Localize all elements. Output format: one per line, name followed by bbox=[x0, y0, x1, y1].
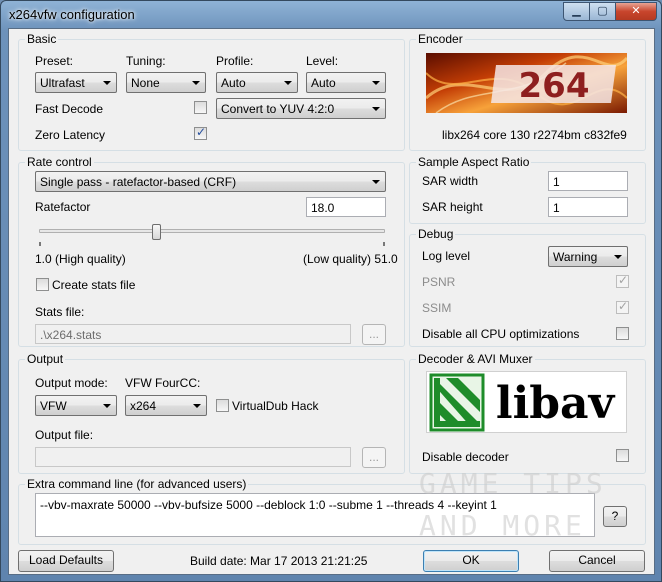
dropdown-arrow-icon bbox=[193, 404, 201, 408]
disable-cpu-checkbox[interactable] bbox=[616, 327, 629, 340]
minimize-button[interactable]: ▁ bbox=[563, 2, 590, 21]
tuning-label: Tuning: bbox=[126, 54, 166, 68]
group-label: Sample Aspect Ratio bbox=[416, 155, 532, 169]
close-icon: ✕ bbox=[631, 5, 641, 17]
output-mode-combobox[interactable]: VFW bbox=[35, 395, 117, 416]
virtualdub-hack-checkbox[interactable] bbox=[216, 399, 229, 412]
ratefactor-label: Ratefactor bbox=[35, 200, 91, 214]
stats-file-label: Stats file: bbox=[35, 305, 85, 319]
tuning-combobox[interactable]: None bbox=[126, 72, 206, 93]
disable-decoder-label: Disable decoder bbox=[422, 450, 509, 464]
maximize-icon: ▢ bbox=[597, 5, 608, 17]
fourcc-combobox[interactable]: x264 bbox=[125, 395, 207, 416]
psnr-label: PSNR bbox=[422, 275, 456, 289]
ok-button[interactable]: OK bbox=[423, 550, 519, 572]
watermark-line-1: GAME TIPS bbox=[419, 467, 607, 500]
sar-width-field[interactable]: 1 bbox=[548, 171, 628, 191]
ratefactor-slider-track[interactable] bbox=[39, 229, 385, 233]
dropdown-arrow-icon bbox=[372, 107, 380, 111]
dropdown-arrow-icon bbox=[192, 81, 200, 85]
libav-logo-text: libav bbox=[496, 378, 616, 429]
group-label: Debug bbox=[416, 227, 456, 241]
dropdown-arrow-icon bbox=[284, 81, 292, 85]
libav-logo: libav bbox=[426, 371, 627, 433]
create-stats-checkbox[interactable] bbox=[36, 278, 49, 291]
minimize-icon: ▁ bbox=[572, 5, 581, 17]
maximize-button[interactable]: ▢ bbox=[589, 2, 616, 21]
window-frame: x264vfw configuration ▁ ▢ ✕ Basic Preset… bbox=[0, 0, 662, 582]
zero-latency-checkbox[interactable] bbox=[194, 125, 207, 140]
slider-max-label: (Low quality) 51.0 bbox=[303, 252, 398, 266]
output-mode-value: VFW bbox=[40, 399, 67, 413]
dialog-client: Basic Preset: Ultrafast Tuning: None Pro… bbox=[8, 28, 655, 575]
preset-combobox[interactable]: Ultrafast bbox=[35, 72, 117, 93]
fast-decode-label: Fast Decode bbox=[35, 102, 104, 116]
group-label: Encoder bbox=[416, 32, 465, 46]
profile-combobox[interactable]: Auto bbox=[216, 72, 298, 93]
close-button[interactable]: ✕ bbox=[615, 2, 657, 21]
sar-width-label: SAR width bbox=[422, 174, 479, 188]
watermark-line-2: AND MORE bbox=[419, 509, 586, 542]
colorspace-combobox[interactable]: Convert to YUV 4:2:0 bbox=[216, 98, 386, 119]
tuning-value: None bbox=[131, 76, 160, 90]
extra-help-button[interactable]: ? bbox=[603, 506, 627, 527]
dropdown-arrow-icon bbox=[372, 180, 380, 184]
fourcc-value: x264 bbox=[130, 399, 157, 413]
fast-decode-checkbox[interactable] bbox=[194, 101, 207, 114]
profile-label: Profile: bbox=[216, 54, 254, 68]
rate-control-mode-combobox[interactable]: Single pass - ratefactor-based (CRF) bbox=[35, 171, 386, 192]
psnr-checkbox[interactable] bbox=[616, 273, 629, 288]
create-stats-label: Create stats file bbox=[52, 278, 136, 292]
load-defaults-button[interactable]: Load Defaults bbox=[18, 550, 114, 572]
ssim-label: SSIM bbox=[422, 301, 452, 315]
disable-decoder-checkbox[interactable] bbox=[616, 449, 629, 462]
group-label: Basic bbox=[25, 32, 59, 46]
level-value: Auto bbox=[311, 76, 336, 90]
level-label: Level: bbox=[306, 54, 339, 68]
output-file-browse-button[interactable]: ... bbox=[362, 447, 386, 468]
cancel-button[interactable]: Cancel bbox=[549, 550, 645, 572]
stats-file-field[interactable]: .\x264.stats bbox=[35, 324, 351, 344]
fourcc-label: VFW FourCC: bbox=[125, 376, 201, 390]
virtualdub-hack-label: VirtualDub Hack bbox=[232, 399, 319, 413]
ssim-checkbox[interactable] bbox=[616, 299, 629, 314]
title-bar[interactable]: x264vfw configuration ▁ ▢ ✕ bbox=[1, 1, 661, 29]
encoder-version: libx264 core 130 r2274bm c832fe9 bbox=[442, 128, 627, 142]
slider-min-label: 1.0 (High quality) bbox=[35, 252, 126, 266]
build-date-label: Build date: Mar 17 2013 21:21:25 bbox=[190, 554, 368, 568]
output-mode-label: Output mode: bbox=[35, 376, 108, 390]
colorspace-value: Convert to YUV 4:2:0 bbox=[221, 102, 335, 116]
dropdown-arrow-icon bbox=[372, 81, 380, 85]
sar-height-label: SAR height bbox=[422, 200, 483, 214]
window-title: x264vfw configuration bbox=[9, 7, 135, 22]
ratefactor-slider-thumb[interactable] bbox=[151, 224, 161, 240]
dropdown-arrow-icon bbox=[103, 81, 111, 85]
group-label: Output bbox=[25, 352, 66, 366]
preset-label: Preset: bbox=[35, 54, 74, 68]
group-label: Extra command line (for advanced users) bbox=[25, 477, 249, 491]
profile-value: Auto bbox=[221, 76, 246, 90]
level-combobox[interactable]: Auto bbox=[306, 72, 386, 93]
group-label: Rate control bbox=[25, 155, 94, 169]
dropdown-arrow-icon bbox=[614, 255, 622, 259]
sar-height-field[interactable]: 1 bbox=[548, 197, 628, 217]
slider-ticks bbox=[39, 242, 385, 246]
group-label: Decoder & AVI Muxer bbox=[416, 352, 535, 366]
preset-value: Ultrafast bbox=[40, 76, 85, 90]
log-level-combobox[interactable]: Warning bbox=[548, 246, 628, 267]
x264-logo-text: 264 bbox=[519, 66, 590, 106]
ratefactor-field[interactable]: 18.0 bbox=[306, 197, 386, 217]
log-level-value: Warning bbox=[553, 250, 598, 264]
zero-latency-label: Zero Latency bbox=[35, 128, 106, 142]
output-file-label: Output file: bbox=[35, 428, 94, 442]
disable-cpu-label: Disable all CPU optimizations bbox=[422, 327, 580, 341]
x264-logo: 264 bbox=[426, 53, 627, 113]
rate-control-mode-value: Single pass - ratefactor-based (CRF) bbox=[40, 175, 237, 189]
dropdown-arrow-icon bbox=[103, 404, 111, 408]
output-file-field[interactable] bbox=[35, 447, 351, 467]
stats-file-browse-button[interactable]: ... bbox=[362, 324, 386, 345]
log-level-label: Log level bbox=[422, 249, 471, 263]
